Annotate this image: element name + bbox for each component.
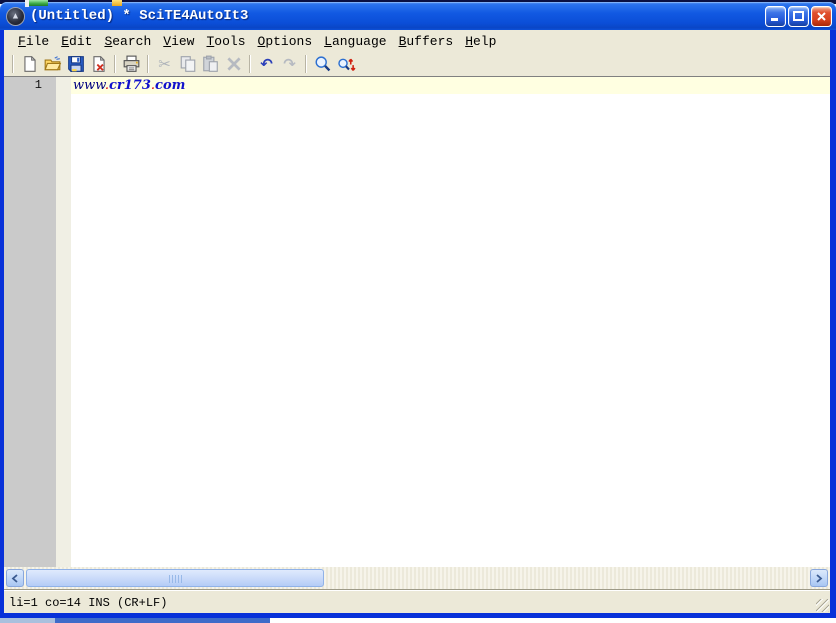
open-folder-icon bbox=[44, 56, 62, 71]
find-button[interactable] bbox=[311, 53, 334, 75]
background-strip bbox=[0, 618, 836, 623]
window-title: (Untitled) * SciTE4AutoIt3 bbox=[30, 8, 249, 24]
find-icon bbox=[315, 55, 330, 71]
background-window-fragment bbox=[0, 618, 55, 623]
save-file-button[interactable] bbox=[64, 53, 87, 75]
toolbar-separator bbox=[12, 55, 14, 73]
editor-pane: 1 www.cr173.com bbox=[4, 76, 830, 567]
horizontal-scrollbar[interactable] bbox=[4, 567, 830, 589]
delete-button[interactable] bbox=[222, 53, 245, 75]
menu-edit[interactable]: Edit bbox=[55, 32, 98, 51]
close-button[interactable] bbox=[811, 5, 832, 27]
menu-language[interactable]: Language bbox=[318, 32, 392, 51]
cut-button[interactable]: ✂ bbox=[153, 53, 176, 75]
scroll-left-button[interactable] bbox=[6, 569, 24, 587]
menu-buffers[interactable]: Buffers bbox=[393, 32, 460, 51]
autoit-logo-icon[interactable]: ▲ bbox=[6, 6, 25, 26]
scroll-right-button[interactable] bbox=[810, 569, 828, 587]
code-area[interactable]: www.cr173.com bbox=[71, 77, 830, 567]
menubar: File Edit Search View Tools Options Lang… bbox=[4, 30, 830, 52]
copy-icon bbox=[180, 56, 195, 72]
desktop-background: ▲ (Untitled) * SciTE4AutoIt3 File Edit S… bbox=[0, 0, 836, 623]
toolbar-separator bbox=[114, 55, 116, 73]
minimize-button[interactable] bbox=[765, 5, 786, 27]
undo-button[interactable]: ↶ bbox=[255, 53, 278, 75]
delete-icon bbox=[226, 57, 241, 71]
menu-options[interactable]: Options bbox=[252, 32, 319, 51]
background-window-fragment bbox=[29, 0, 48, 6]
status-text: li=1 co=14 INS (CR+LF) bbox=[9, 596, 168, 610]
menu-view[interactable]: View bbox=[157, 32, 200, 51]
redo-button[interactable]: ↷ bbox=[278, 53, 301, 75]
background-window-fragment bbox=[112, 0, 122, 6]
menu-tools[interactable]: Tools bbox=[200, 32, 251, 51]
undo-icon: ↶ bbox=[260, 54, 273, 73]
print-icon bbox=[123, 55, 140, 72]
chevron-right-icon bbox=[816, 573, 823, 583]
open-file-button[interactable] bbox=[41, 53, 64, 75]
code-line-1[interactable]: www.cr173.com bbox=[71, 77, 830, 94]
new-file-button[interactable] bbox=[18, 53, 41, 75]
cut-icon: ✂ bbox=[158, 54, 171, 73]
minimize-icon bbox=[771, 17, 778, 21]
paste-button[interactable] bbox=[199, 53, 222, 75]
code-token: com bbox=[155, 78, 186, 93]
code-token: www bbox=[73, 78, 105, 93]
toolbar-separator bbox=[305, 55, 307, 73]
close-file-button[interactable] bbox=[87, 53, 110, 75]
maximize-button[interactable] bbox=[788, 5, 809, 27]
toolbar: ✂ ↶ ↷ bbox=[4, 52, 830, 76]
menu-help[interactable]: Help bbox=[459, 32, 502, 51]
statusbar: li=1 co=14 INS (CR+LF) bbox=[4, 593, 830, 613]
titlebar[interactable]: ▲ (Untitled) * SciTE4AutoIt3 bbox=[0, 2, 836, 30]
menu-search[interactable]: Search bbox=[98, 32, 157, 51]
new-document-icon bbox=[23, 56, 36, 72]
fold-margin bbox=[56, 77, 71, 567]
scite-window: ▲ (Untitled) * SciTE4AutoIt3 File Edit S… bbox=[0, 2, 836, 618]
resize-grip[interactable] bbox=[816, 599, 829, 612]
code-token: cr173 bbox=[108, 78, 151, 93]
line-number-margin: 1 bbox=[4, 77, 56, 567]
replace-icon bbox=[337, 58, 356, 71]
paste-icon bbox=[203, 55, 218, 72]
close-icon bbox=[817, 11, 826, 21]
copy-button[interactable] bbox=[176, 53, 199, 75]
redo-icon: ↷ bbox=[283, 54, 296, 73]
menu-file[interactable]: File bbox=[12, 32, 55, 51]
background-taskbar-fragment bbox=[55, 618, 270, 623]
close-file-icon bbox=[92, 56, 105, 72]
save-icon bbox=[67, 56, 84, 72]
chevron-left-icon bbox=[11, 573, 18, 583]
toolbar-separator bbox=[147, 55, 149, 73]
line-number: 1 bbox=[34, 78, 42, 92]
maximize-icon bbox=[793, 10, 804, 21]
print-button[interactable] bbox=[120, 53, 143, 75]
replace-button[interactable] bbox=[334, 53, 357, 75]
toolbar-separator bbox=[249, 55, 251, 73]
scrollbar-thumb[interactable] bbox=[26, 569, 324, 587]
